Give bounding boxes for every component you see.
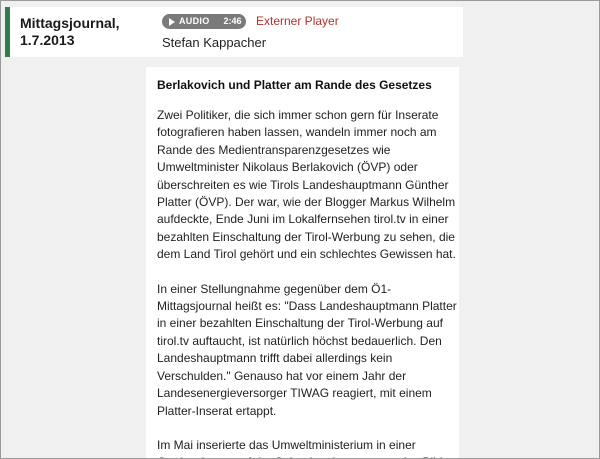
article-paragraph: Zwei Politiker, die sich immer schon ger… [157, 108, 456, 262]
article-paragraph: Im Mai inserierte das Umweltministerium … [157, 437, 443, 458]
external-player-link[interactable]: Externer Player [256, 14, 339, 29]
author-name: Stefan Kappacher [162, 35, 267, 50]
episode-header: Mittagsjournal, 1.7.2013 AUDIO 2:46 Exte… [5, 7, 463, 57]
audio-duration: 2:46 [223, 16, 242, 26]
article-paragraph: In einer Stellungnahme gegenüber dem Ö1-… [157, 281, 457, 418]
show-title: Mittagsjournal, 1.7.2013 [20, 15, 120, 48]
audio-label: AUDIO [179, 16, 210, 26]
play-icon [169, 17, 175, 26]
article-headline: Berlakovich und Platter am Rande des Ges… [157, 78, 432, 92]
page-frame: Mittagsjournal, 1.7.2013 AUDIO 2:46 Exte… [0, 0, 600, 459]
audio-play-button[interactable]: AUDIO 2:46 [162, 14, 246, 29]
article-body: Berlakovich und Platter am Rande des Ges… [146, 67, 459, 458]
